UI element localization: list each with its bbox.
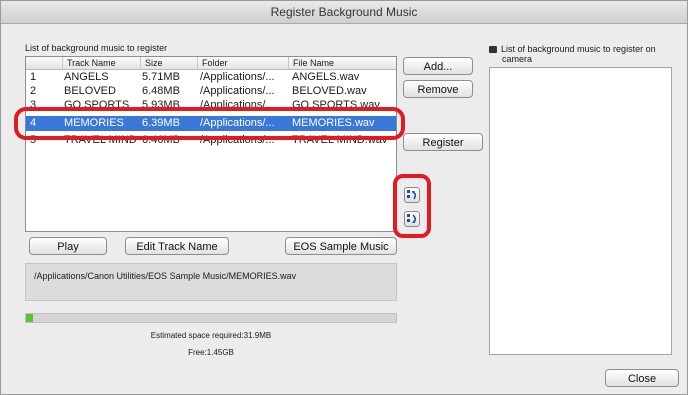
track-file: ANGELS.wav (292, 71, 360, 83)
close-button[interactable]: Close (605, 369, 679, 387)
window-title: Register Background Music (1, 1, 687, 24)
track-name: BELOVED (64, 85, 116, 97)
file-path-display: /Applications/Canon Utilities/EOS Sample… (25, 263, 397, 301)
camera-list-label-line1: List of background music to register on (501, 44, 656, 54)
move-down-icon[interactable] (404, 211, 420, 227)
table-row[interactable]: 2 BELOVED 6.48MB /Applications/... BELOV… (26, 84, 396, 98)
reorder-highlight (393, 174, 431, 238)
remove-button[interactable]: Remove (403, 80, 473, 98)
camera-list-label-line2: camera (502, 54, 533, 64)
track-folder: /Applications/... (200, 85, 275, 97)
register-button[interactable]: Register (403, 133, 483, 151)
table-row[interactable]: 1 ANGELS 5.71MB /Applications/... ANGELS… (26, 70, 396, 84)
row-number: 1 (30, 71, 37, 83)
move-up-icon[interactable] (404, 187, 420, 203)
left-panel-label: List of background music to register (25, 43, 168, 53)
table-header: Track Name Size Folder File Name (26, 57, 396, 70)
edit-track-name-button[interactable]: Edit Track Name (125, 237, 229, 255)
track-folder: /Applications/... (200, 71, 275, 83)
col-header-folder[interactable]: Folder (197, 57, 288, 69)
camera-icon (489, 45, 497, 53)
selection-highlight (14, 107, 405, 140)
col-header-size[interactable]: Size (140, 57, 197, 69)
add-button[interactable]: Add... (403, 57, 473, 75)
register-music-window: Register Background Music List of backgr… (0, 0, 688, 395)
eos-sample-music-button[interactable]: EOS Sample Music (285, 237, 397, 255)
play-button[interactable]: Play (29, 237, 107, 255)
col-header-track[interactable]: Track Name (62, 57, 140, 69)
col-header-num[interactable] (26, 57, 62, 69)
col-header-file[interactable]: File Name (288, 57, 396, 69)
track-file: BELOVED.wav (292, 85, 367, 97)
track-size: 5.71MB (142, 71, 180, 83)
estimated-space: Estimated space required:31.9MB (150, 331, 272, 340)
camera-music-list[interactable] (489, 67, 672, 355)
space-progress-bar (25, 313, 397, 323)
row-number: 2 (30, 85, 37, 97)
progress-fill (26, 314, 34, 322)
track-name: ANGELS (64, 71, 109, 83)
free-space: Free:1.45GB (188, 348, 234, 357)
music-table[interactable]: Track Name Size Folder File Name 1 ANGEL… (25, 56, 397, 232)
track-size: 6.48MB (142, 85, 180, 97)
